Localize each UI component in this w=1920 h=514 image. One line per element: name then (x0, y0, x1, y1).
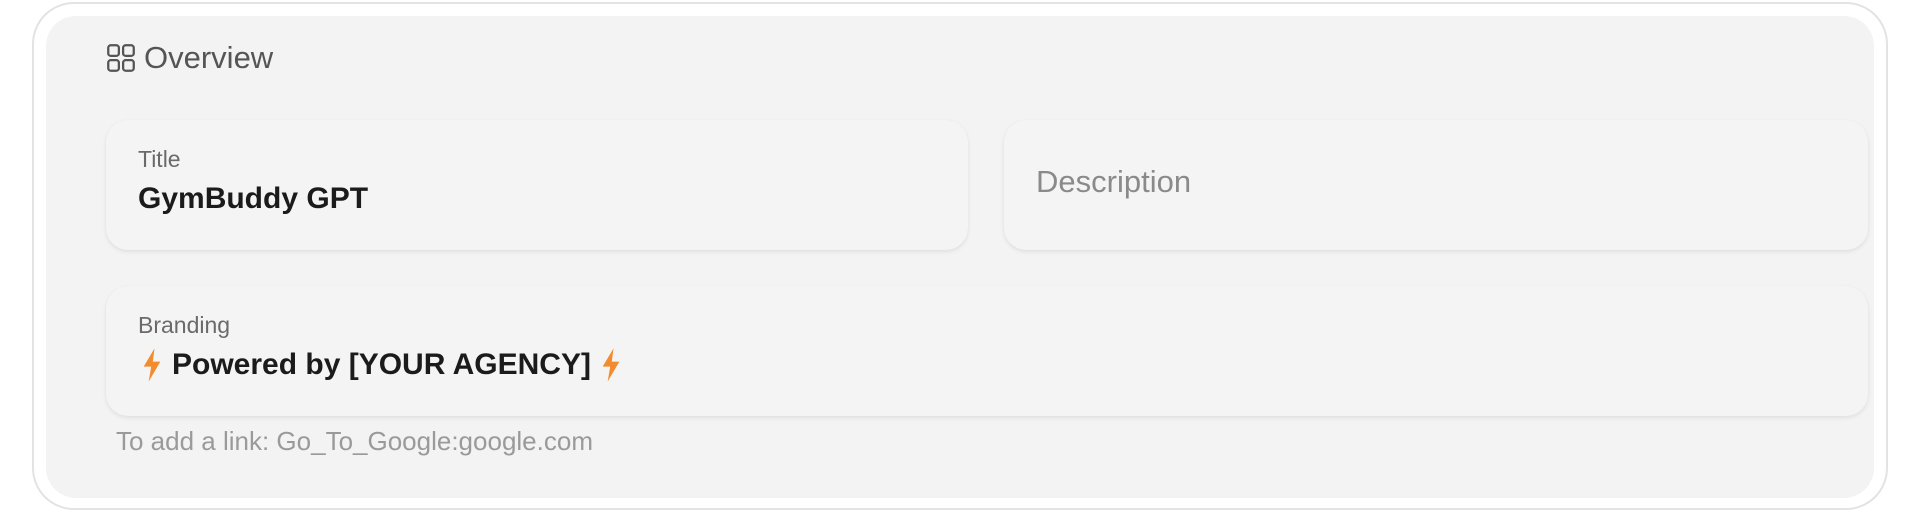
link-hint: To add a link: Go_To_Google:google.com (116, 426, 593, 456)
branding-label: Branding (138, 312, 231, 338)
branding-field[interactable]: Branding Powered by [YOUR AGENCY] (106, 286, 1868, 416)
description-field[interactable]: Description (1004, 120, 1868, 250)
branding-text: Powered by [YOUR AGENCY] (172, 348, 591, 381)
overview-title: Overview (144, 40, 274, 75)
title-value[interactable]: GymBuddy GPT (138, 182, 368, 216)
lightning-bolt-icon (143, 348, 161, 382)
grid-icon (107, 44, 135, 72)
title-field[interactable]: Title GymBuddy GPT (106, 120, 968, 250)
branding-value[interactable]: Powered by [YOUR AGENCY] (138, 348, 621, 382)
title-label: Title (138, 146, 181, 172)
description-placeholder[interactable]: Description (1036, 164, 1191, 200)
lightning-bolt-icon (602, 348, 620, 382)
overview-header: Overview (104, 38, 273, 78)
